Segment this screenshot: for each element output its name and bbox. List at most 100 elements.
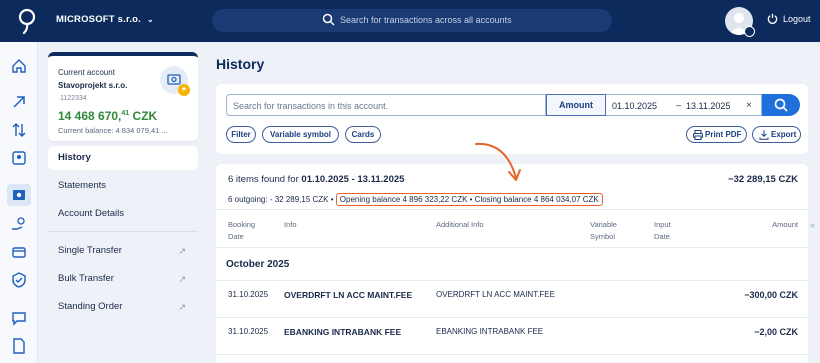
nav-statements-label: Statements (58, 180, 107, 191)
results-panel: 6 items found for 01.10.2025 - 13.11.202… (216, 164, 808, 363)
date-range-field[interactable]: 01.10.2025 – 13.11.2025 × (606, 94, 762, 116)
account-number: 1122334 (60, 95, 87, 102)
account-name: Stavoprojekt s.r.o. (58, 81, 128, 90)
col-variable-symbol[interactable]: Variable Symbol (590, 219, 617, 243)
row-amount: −2,00 CZK (754, 327, 798, 337)
top-bar: MICROSOFT s.r.o. ⌄ Search for transaction… (0, 0, 820, 42)
nav-statements[interactable]: Statements (48, 174, 198, 198)
document-icon[interactable] (11, 338, 27, 354)
nav-standing-order[interactable]: Standing Order ↗ (48, 295, 198, 319)
account-card[interactable]: Current account Stavoprojekt s.r.o. 1122… (48, 52, 198, 141)
cards-chip[interactable]: Cards (345, 126, 381, 143)
shield-icon[interactable] (11, 272, 27, 288)
download-icon (759, 130, 769, 140)
results-count: 6 items found for 01.10.2025 - 13.11.202… (228, 174, 404, 185)
row-info: EBANKING INTRABANK FEE (284, 327, 402, 337)
header-divider (216, 247, 808, 248)
col-amount[interactable]: Amount (772, 219, 798, 231)
external-arrow-icon: ↗ (178, 274, 186, 284)
account-sidebar: Current account Stavoprojekt s.r.o. 1122… (48, 52, 198, 141)
col-variable-symbol-line1: Variable (590, 220, 617, 229)
home-icon[interactable] (11, 58, 27, 74)
nav-single-transfer[interactable]: Single Transfer ↗ (48, 239, 198, 263)
col-variable-symbol-line2: Symbol (590, 232, 616, 241)
printer-icon (693, 130, 703, 140)
balance-highlight: Opening balance 4 896 323,22 CZK • Closi… (335, 193, 603, 206)
chevron-down-icon: ⌄ (147, 15, 154, 24)
favorite-star-icon[interactable]: ★ (178, 84, 190, 96)
export-label: Export (771, 130, 797, 139)
col-input-date-line2: Date (654, 232, 670, 241)
results-date-range: 01.10.2025 - 13.11.2025 (301, 174, 405, 185)
col-booking-date[interactable]: Booking Date (228, 219, 255, 243)
export-button[interactable]: Export (752, 126, 801, 143)
account-icon (13, 190, 25, 200)
search-button[interactable] (762, 94, 800, 116)
row-divider (216, 354, 808, 355)
row-additional-info: OVERDRFT LN ACC MAINT.FEE (436, 290, 555, 299)
col-info[interactable]: Info (284, 219, 297, 231)
avatar-badge-icon (744, 26, 755, 37)
date-to[interactable]: 13.11.2025 (686, 101, 730, 111)
row-booking-date: 31.10.2025 (228, 290, 269, 299)
global-search-placeholder: Search for transactions across all accou… (340, 15, 512, 25)
global-search[interactable]: Search for transactions across all accou… (212, 9, 612, 32)
account-nav-active[interactable] (7, 184, 31, 206)
row-booking-date: 31.10.2025 (228, 327, 269, 336)
print-pdf-button[interactable]: Print PDF (686, 126, 747, 143)
nav-bulk-transfer-label: Bulk Transfer (58, 273, 114, 284)
search-icon (774, 98, 788, 112)
search-icon (322, 13, 335, 26)
nav-history-label: History (58, 152, 91, 163)
hand-coin-icon[interactable] (11, 216, 27, 232)
company-name: MICROSOFT s.r.o. (56, 14, 142, 25)
amount-toggle-button[interactable]: Amount (546, 94, 606, 116)
annotation-arrow-icon (475, 142, 521, 181)
balance-currency: CZK (129, 109, 158, 123)
transfer-arrows-icon[interactable] (11, 122, 27, 138)
col-input-date-line1: Input (654, 220, 671, 229)
month-group-header: October 2025 (226, 259, 290, 270)
transaction-search-placeholder: Search for transactions in this account. (233, 101, 389, 111)
logout-button[interactable]: Logout (767, 13, 811, 24)
company-switcher[interactable]: MICROSOFT s.r.o. ⌄ (56, 14, 154, 25)
filter-chip[interactable]: Filter (226, 126, 256, 143)
row-amount: −300,00 CZK (744, 290, 798, 300)
brand-logo-icon[interactable] (16, 7, 38, 35)
external-arrow-icon: ↗ (178, 246, 186, 256)
available-balance: 14 468 670,41 CZK (58, 109, 157, 123)
row-info: OVERDRFT LN ACC MAINT.FEE (284, 290, 413, 300)
clear-date-icon[interactable]: × (746, 100, 752, 111)
nav-account-details-label: Account Details (58, 208, 125, 219)
col-additional-info[interactable]: Additional Info (436, 219, 484, 231)
transaction-search-input[interactable]: Search for transactions in this account. (226, 94, 546, 116)
row-additional-info: EBANKING INTRABANK FEE (436, 327, 544, 336)
variable-symbol-chip[interactable]: Variable symbol (262, 126, 339, 143)
date-range-dash: – (676, 100, 682, 110)
results-count-prefix: 6 items found for (228, 174, 302, 185)
power-icon (767, 13, 778, 24)
current-balance: Current balance: 4 834 079,41 ... (58, 126, 168, 135)
col-input-date[interactable]: Input Date (654, 219, 671, 243)
col-booking-date-line2: Date (228, 232, 244, 241)
chat-icon[interactable] (11, 310, 27, 326)
nav-history[interactable]: History (48, 146, 198, 170)
print-pdf-label: Print PDF (705, 130, 742, 139)
icon-rail (0, 42, 38, 363)
collapse-panel-icon[interactable]: « (810, 220, 815, 230)
date-from[interactable]: 01.10.2025 (612, 101, 657, 111)
external-arrow-icon: ↗ (178, 302, 186, 312)
nav-account-details[interactable]: Account Details (48, 202, 198, 226)
row-divider (216, 317, 808, 318)
results-total: −32 289,15 CZK (728, 174, 798, 185)
month-divider (216, 280, 808, 281)
arrow-up-right-icon[interactable] (11, 94, 27, 110)
nav-standing-order-label: Standing Order (58, 301, 123, 312)
col-booking-date-line1: Booking (228, 220, 256, 229)
nav-bulk-transfer[interactable]: Bulk Transfer ↗ (48, 267, 198, 291)
sidebar-divider (48, 231, 198, 232)
outgoing-total: 6 outgoing: - 32 289,15 CZK • (228, 195, 334, 204)
id-card-icon[interactable] (11, 150, 27, 166)
cards-icon[interactable] (11, 244, 27, 260)
logout-label: Logout (783, 13, 811, 24)
